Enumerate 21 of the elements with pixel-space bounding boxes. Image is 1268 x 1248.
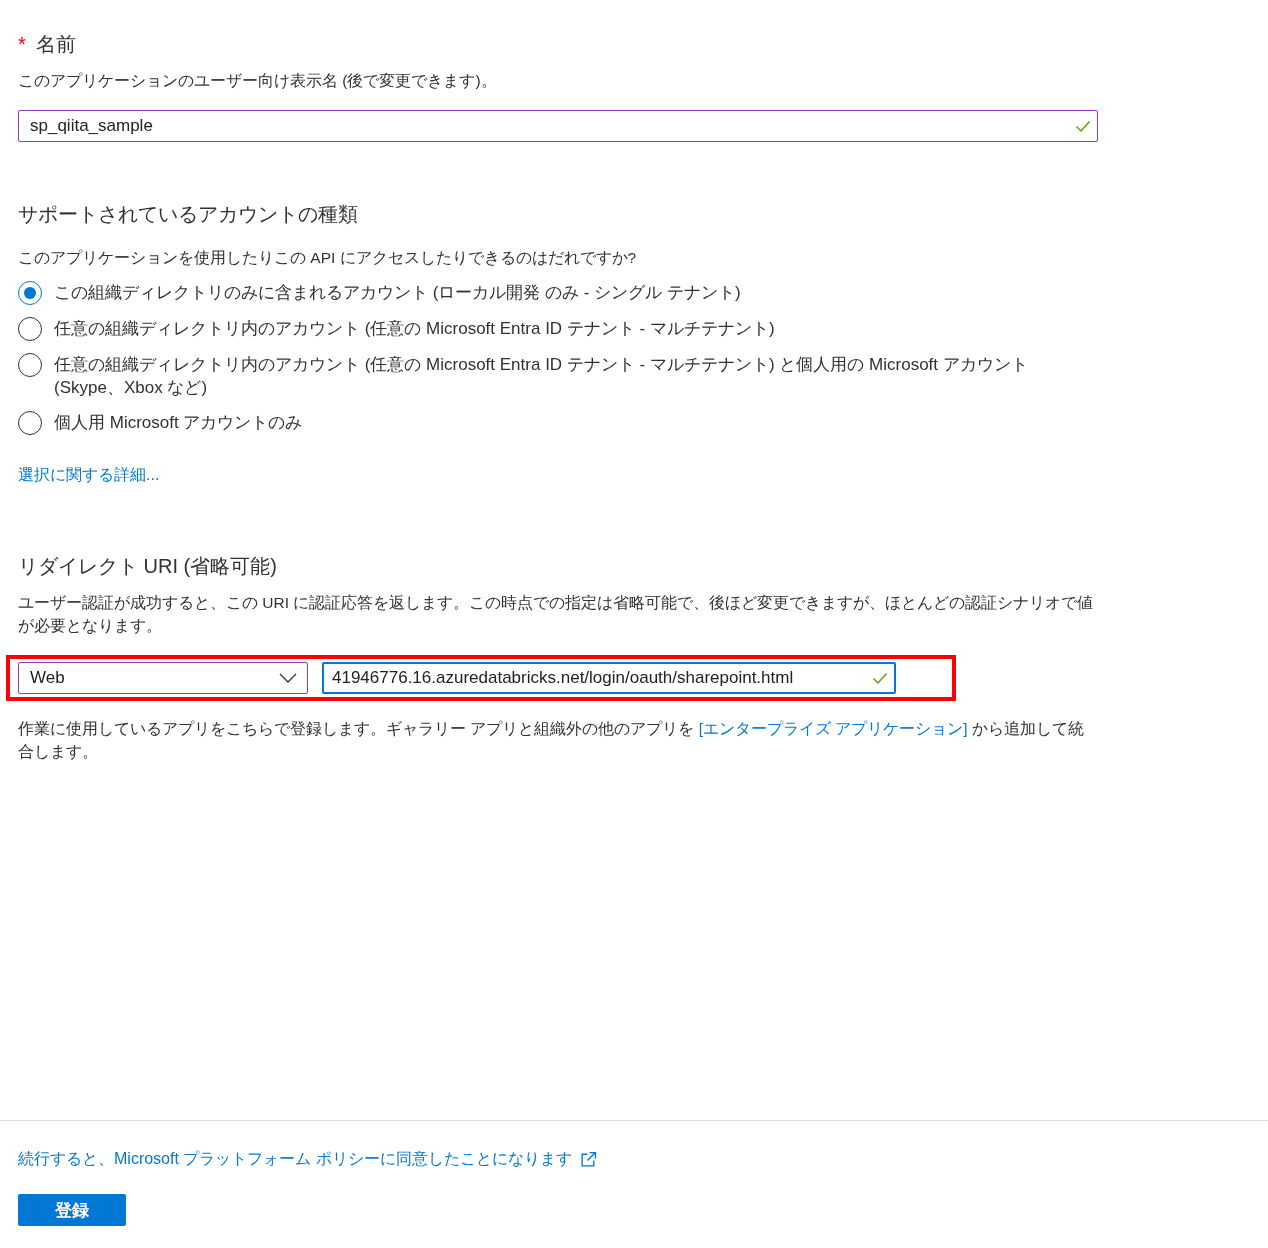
radio-label: 個人用 Microsoft アカウントのみ [54,412,304,434]
section-title: サポートされているアカウントの種類 [18,202,359,227]
description-text: このアプリケーションのユーザー向け表示名 (後で変更できます)。 [18,71,498,91]
name-input-field[interactable]: sp_qiita_sample [18,110,1098,142]
policy-link[interactable]: 続行すると、Microsoft プラットフォーム ポリシーに同意したことになります [18,1149,572,1170]
chevron-down-icon [279,673,297,683]
description-text: ユーザー認証が成功すると、この URI に認証応答を返します。この時点での指定は省略可能で、後ほど変更できますが、ほとんどの認証シナリオで値が必要となります。 [18,593,1095,636]
radio-label: 任意の組織ディレクトリ内のアカウント (任意の Microsoft Entra ID テナント - マルチテナント) と個人用の Microsoft アカウント (Skype、Xbox など) [54,354,1029,399]
section-title: 名前 [35,32,76,57]
section-title: リダイレクト URI (省略可能) [18,554,278,579]
radio-label: この組織ディレクトリのみに含まれるアカウント (ローカル開発 のみ - シングル テナント) [54,282,742,304]
radio-label: 任意の組織ディレクトリ内のアカウント (任意の Microsoft Entra ID テナント - マルチテナント) [54,318,776,340]
uri-input-field[interactable]: 41946776.16.azuredatabricks.net/login/oauth/sharepoint.html [322,662,896,694]
external-link-icon[interactable] [579,1151,597,1168]
question-text: このアプリケーションを使用したりこの API にアクセスしたりできるのはだれですか? [18,248,638,268]
required-mark: * [18,32,26,56]
register-button[interactable]: 登録 [18,1194,126,1226]
note-text: 作業に使用しているアプリをこちらで登録します。ギャラリー アプリと組織外の他のアプリを [エンタープライズ アプリケーション] から追加して統合します。 [18,719,1085,762]
platform-dropdown[interactable]: Web [18,662,308,694]
help-link[interactable]: 選択に関する詳細... [18,465,160,486]
enterprise-apps-link[interactable]: [エンタープライズ アプリケーション] [698,720,968,737]
